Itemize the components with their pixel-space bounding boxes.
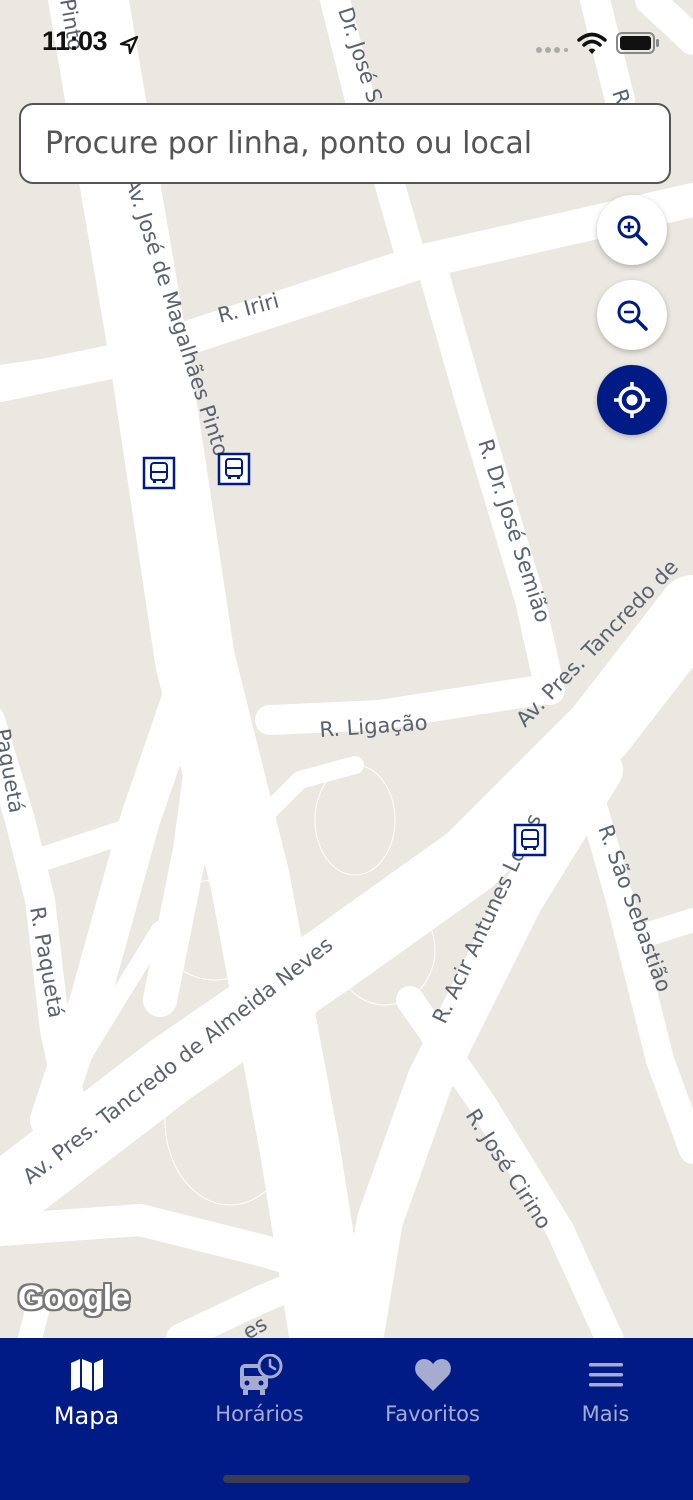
tab-label: Favoritos	[385, 1402, 480, 1426]
tab-mais[interactable]: Mais	[519, 1338, 692, 1448]
zoom-out-button[interactable]	[597, 280, 667, 350]
signal-dots-icon	[536, 47, 568, 53]
menu-icon	[588, 1363, 623, 1387]
bus-stop[interactable]	[142, 456, 176, 490]
tab-favoritos[interactable]: Favoritos	[346, 1338, 519, 1448]
home-indicator	[223, 1475, 470, 1483]
tab-label: Mais	[581, 1402, 630, 1426]
wifi-icon	[577, 32, 607, 54]
tab-mapa[interactable]: Mapa	[0, 1338, 173, 1448]
tab-label: Horários	[215, 1402, 304, 1426]
search-bar[interactable]	[19, 103, 671, 184]
heart-icon	[414, 1359, 451, 1391]
tab-label: Mapa	[53, 1402, 120, 1430]
zoom-out-icon	[617, 300, 648, 331]
map-view[interactable]: R. Iriri Av. José de Magalhães Pinto R. …	[0, 0, 693, 1338]
bottom-tab-bar: Mapa Horários Favoritos Mais	[0, 1338, 693, 1500]
my-location-button[interactable]	[597, 365, 667, 435]
tab-horarios[interactable]: Horários	[173, 1338, 346, 1448]
status-time: 11:03	[42, 26, 108, 56]
bus-clock-icon	[239, 1354, 282, 1395]
bus-stop[interactable]	[217, 452, 251, 486]
bus-stop[interactable]	[513, 823, 547, 857]
map-icon	[70, 1359, 103, 1391]
zoom-in-icon	[617, 215, 648, 246]
status-bar: 11:03	[0, 0, 693, 90]
zoom-in-button[interactable]	[597, 195, 667, 265]
google-logo: Google	[18, 1279, 130, 1317]
search-input[interactable]	[45, 105, 645, 182]
location-arrow-icon	[119, 35, 139, 55]
my-location-icon	[614, 382, 650, 418]
battery-icon	[616, 32, 659, 54]
